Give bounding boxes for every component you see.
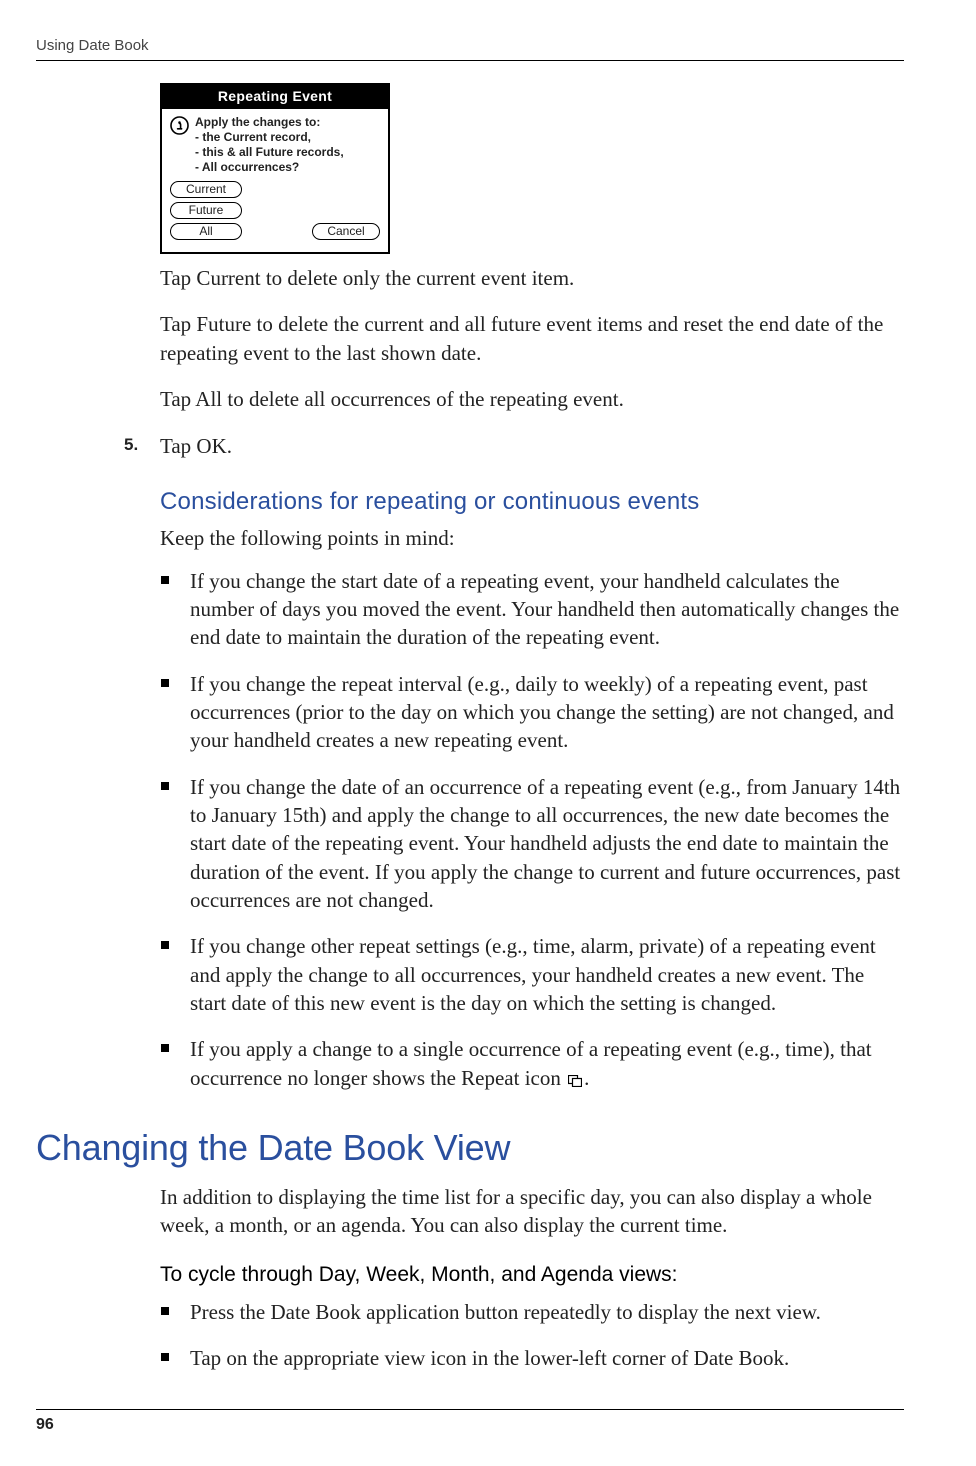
changing-view-intro: In addition to displaying the time list … — [160, 1183, 904, 1240]
consideration-item: If you change the start date of a repeat… — [160, 567, 904, 652]
tap-current-text: Tap Current to delete only the current e… — [160, 264, 904, 292]
repeating-event-dialog-figure: Repeating Event Apply the changes to: - … — [160, 83, 390, 254]
tap-future-text: Tap Future to delete the current and all… — [160, 310, 904, 367]
consideration-item: If you change the date of an occurrence … — [160, 773, 904, 915]
cycle-item: Press the Date Book application button r… — [160, 1298, 904, 1326]
header-rule — [36, 60, 904, 61]
step-5-text: Tap OK. — [160, 434, 232, 458]
tap-all-text: Tap All to delete all occurrences of the… — [160, 385, 904, 413]
page-number: 96 — [36, 1414, 54, 1436]
dialog-option-future: - this & all Future records, — [195, 145, 344, 160]
consideration-item: If you change other repeat settings (e.g… — [160, 932, 904, 1017]
step-number: 5. — [124, 434, 138, 457]
dialog-option-all: - All occurrences? — [195, 160, 344, 175]
consideration-item-text-a: If you apply a change to a single occurr… — [190, 1037, 872, 1089]
dialog-option-current: - the Current record, — [195, 130, 344, 145]
cycle-item: Tap on the appropriate view icon in the … — [160, 1344, 904, 1372]
running-header: Using Date Book — [36, 36, 904, 56]
consideration-item: If you apply a change to a single occurr… — [160, 1035, 904, 1094]
considerations-list: If you change the start date of a repeat… — [160, 567, 904, 1095]
dialog-cancel-button: Cancel — [312, 223, 380, 240]
cycle-views-heading: To cycle through Day, Week, Month, and A… — [160, 1261, 904, 1289]
repeat-icon — [568, 1066, 582, 1094]
dialog-future-button: Future — [170, 202, 242, 219]
consideration-item-text-b: . — [584, 1066, 589, 1090]
considerations-intro: Keep the following points in mind: — [160, 524, 904, 552]
changing-view-heading: Changing the Date Book View — [36, 1124, 904, 1173]
footer-rule — [36, 1409, 904, 1410]
step-5: 5. Tap OK. — [160, 432, 904, 460]
consideration-item: If you change the repeat interval (e.g.,… — [160, 670, 904, 755]
dialog-title: Repeating Event — [162, 85, 388, 109]
cycle-views-list: Press the Date Book application button r… — [160, 1298, 904, 1373]
dialog-prompt-text: Apply the changes to: — [195, 115, 344, 130]
dialog-prompt: Apply the changes to: - the Current reco… — [195, 115, 344, 175]
considerations-heading: Considerations for repeating or continuo… — [160, 486, 904, 518]
info-icon — [170, 115, 189, 134]
dialog-current-button: Current — [170, 181, 242, 198]
dialog-all-button: All — [170, 223, 242, 240]
